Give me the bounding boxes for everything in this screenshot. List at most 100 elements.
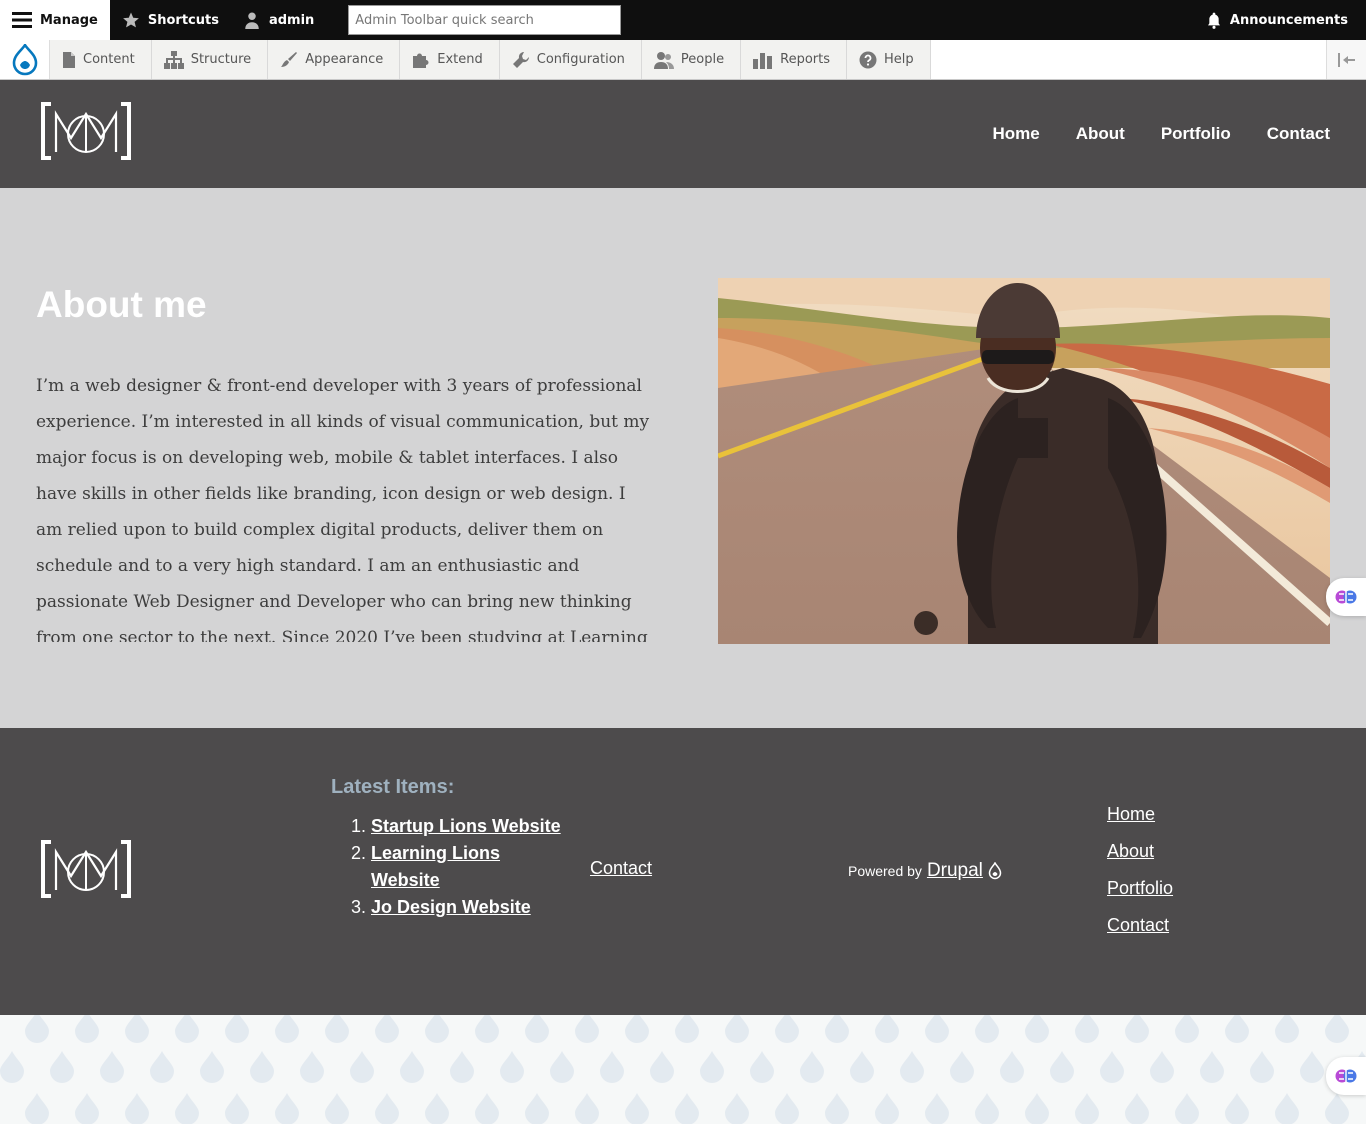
site-footer: Latest Items: Startup Lions Website Lear… xyxy=(0,728,1366,1015)
drop-shape xyxy=(950,1051,974,1083)
tray-item-label: Configuration xyxy=(536,52,625,67)
tray-item-extend[interactable]: Extend xyxy=(400,40,500,79)
tray-orientation-toggle[interactable] xyxy=(1326,40,1366,79)
assistant-widget-button[interactable] xyxy=(1326,578,1366,616)
drop-shape xyxy=(825,1093,849,1124)
drop-shape xyxy=(75,1015,99,1043)
drop-shape xyxy=(1275,1015,1299,1043)
shortcuts-tab[interactable]: Shortcuts xyxy=(110,0,231,40)
announcements-label: Announcements xyxy=(1229,12,1348,28)
drop-shape xyxy=(25,1015,49,1043)
main-nav-home[interactable]: Home xyxy=(993,124,1040,144)
tray-item-people[interactable]: People xyxy=(641,40,742,79)
drop-shape xyxy=(125,1015,149,1043)
drop-shape xyxy=(700,1051,724,1083)
drop-shape xyxy=(1100,1051,1124,1083)
drop-shape xyxy=(925,1093,949,1124)
drop-shape xyxy=(425,1015,449,1043)
drop-shape xyxy=(575,1093,599,1124)
drop-shape xyxy=(0,1051,24,1083)
puzzle-icon xyxy=(413,53,429,68)
drop-shape xyxy=(50,1051,74,1083)
about-body-text: I’m a web designer & front-end developer… xyxy=(36,376,650,642)
drop-shape xyxy=(1200,1051,1224,1083)
tray-item-configuration[interactable]: Configuration xyxy=(499,40,642,79)
announcements-tab[interactable]: Announcements xyxy=(1194,0,1366,40)
drop-shape xyxy=(1050,1051,1074,1083)
assistant-widget-button[interactable] xyxy=(1326,1057,1366,1095)
body-text-scroll-area[interactable]: I’m a web designer & front-end developer… xyxy=(36,368,656,642)
main-nav-about[interactable]: About xyxy=(1076,124,1125,144)
people-icon xyxy=(653,51,674,69)
shortcuts-label: Shortcuts xyxy=(147,12,219,28)
latest-items-list: Startup Lions Website Learning Lions Web… xyxy=(331,813,571,921)
drop-shape xyxy=(1325,1015,1349,1043)
hamburger-icon xyxy=(12,12,32,28)
admin-quick-search-input[interactable] xyxy=(348,5,622,35)
footer-nav-contact[interactable]: Contact xyxy=(1107,914,1173,937)
drop-shape xyxy=(1225,1093,1249,1124)
drop-shape xyxy=(500,1051,524,1083)
drop-shape xyxy=(525,1015,549,1043)
drop-shape xyxy=(350,1051,374,1083)
drop-shape xyxy=(75,1093,99,1124)
drop-shape xyxy=(525,1093,549,1124)
admin-toolbar: Manage Shortcuts admin Announcements xyxy=(0,0,1366,40)
footer-nav-home[interactable]: Home xyxy=(1107,803,1173,826)
mm-logo-icon xyxy=(41,102,131,160)
tray-item-help[interactable]: Help xyxy=(847,40,931,79)
footer-nav-about[interactable]: About xyxy=(1107,840,1173,863)
drop-shape xyxy=(1275,1093,1299,1124)
tray-item-label: Reports xyxy=(780,52,830,67)
drop-shape xyxy=(1000,1051,1024,1083)
background-drop-pattern xyxy=(0,1015,1366,1124)
drop-shape xyxy=(1300,1051,1324,1083)
main-nav: Home About Portfolio Contact xyxy=(993,124,1331,144)
drupal-logo-link[interactable] xyxy=(0,40,50,79)
main-nav-contact[interactable]: Contact xyxy=(1267,124,1330,144)
drop-shape xyxy=(850,1051,874,1083)
latest-item-link[interactable]: Startup Lions Website xyxy=(371,816,561,836)
admin-tray: Content Structure Appearance Extend Conf… xyxy=(0,40,1366,80)
latest-item-link[interactable]: Jo Design Website xyxy=(371,897,531,917)
tray-spacer xyxy=(931,40,1326,79)
drop-shape xyxy=(775,1015,799,1043)
help-icon xyxy=(859,51,877,68)
tray-item-structure[interactable]: Structure xyxy=(151,40,269,79)
drop-shape xyxy=(625,1093,649,1124)
drop-shape xyxy=(725,1093,749,1124)
drop-shape xyxy=(275,1093,299,1124)
footer-contact-link[interactable]: Contact xyxy=(590,858,652,879)
site-logo[interactable] xyxy=(40,102,132,165)
drop-shape xyxy=(325,1015,349,1043)
drop-shape xyxy=(650,1051,674,1083)
footer-nav: Home About Portfolio Contact xyxy=(1107,803,1173,937)
tray-item-reports[interactable]: Reports xyxy=(741,40,847,79)
list-item: Learning Lions Website xyxy=(371,840,571,894)
drop-shape xyxy=(475,1093,499,1124)
tray-item-label: Content xyxy=(83,52,135,67)
drop-shape xyxy=(900,1051,924,1083)
drop-shape xyxy=(1125,1093,1149,1124)
tray-item-label: Extend xyxy=(437,52,483,67)
latest-item-link[interactable]: Learning Lions Website xyxy=(371,843,500,890)
tray-item-label: Structure xyxy=(190,52,252,67)
manage-tab[interactable]: Manage xyxy=(0,0,110,40)
footer-nav-portfolio[interactable]: Portfolio xyxy=(1107,877,1173,900)
about-photo xyxy=(718,278,1330,644)
drop-shape xyxy=(375,1093,399,1124)
drop-shape xyxy=(725,1015,749,1043)
user-icon xyxy=(245,12,259,29)
drop-shape xyxy=(775,1093,799,1124)
list-item: Startup Lions Website xyxy=(371,813,571,840)
footer-logo[interactable] xyxy=(40,840,132,903)
latest-items-block: Latest Items: Startup Lions Website Lear… xyxy=(331,776,571,921)
main-nav-portfolio[interactable]: Portfolio xyxy=(1161,124,1231,144)
drupal-link[interactable]: Drupal xyxy=(927,860,983,882)
drop-shape xyxy=(425,1093,449,1124)
drop-shape xyxy=(25,1093,49,1124)
tray-item-content[interactable]: Content xyxy=(50,40,152,79)
tray-item-appearance[interactable]: Appearance xyxy=(268,40,401,79)
user-tab[interactable]: admin xyxy=(231,0,326,40)
drop-shape xyxy=(975,1015,999,1043)
